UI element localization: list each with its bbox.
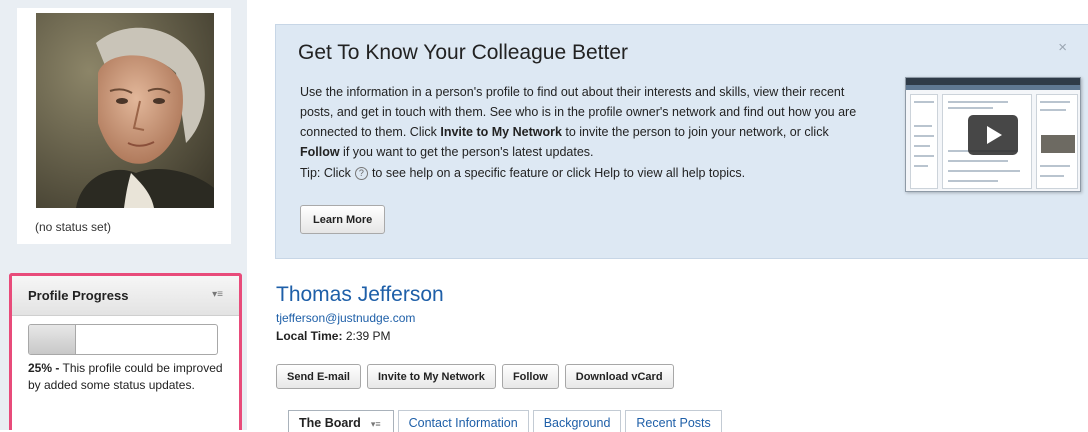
progress-message: 25% - This profile could be improved by … — [28, 360, 228, 393]
tip-suffix: to see help on a specific feature or cli… — [371, 166, 746, 180]
progress-percent: 25% - — [28, 361, 60, 375]
banner-text-3: if you want to get the person's latest u… — [339, 145, 594, 159]
thumb-sidebar — [910, 94, 938, 189]
banner-text-bold-follow: Follow — [300, 145, 340, 159]
thumb-topbar — [906, 78, 1080, 85]
tab-contact-information[interactable]: Contact Information — [397, 410, 529, 432]
tip-prefix: Tip: Click — [300, 166, 351, 180]
profile-photo-card: (no status set) — [17, 8, 231, 244]
menu-icon[interactable]: ▾≡ — [212, 289, 223, 300]
progress-bar — [28, 324, 218, 355]
thumb-navbar — [906, 85, 1080, 90]
video-thumbnail[interactable] — [905, 77, 1081, 192]
local-time-value: 2:39 PM — [345, 329, 391, 343]
tab-menu-icon[interactable]: ▾≡ — [371, 419, 381, 429]
profile-actions: Send E-mail Invite to My Network Follow … — [276, 364, 674, 389]
banner-title: Get To Know Your Colleague Better — [298, 41, 629, 64]
profile-tabs: The Board ▾≡ Contact Information Backgrou… — [288, 410, 722, 432]
local-time-label: Local Time: — [276, 329, 343, 343]
progress-bar-fill — [29, 325, 76, 354]
widget-title: Profile Progress — [28, 288, 129, 303]
banner-text-bold-invite: Invite to My Network — [440, 125, 562, 139]
tab-background[interactable]: Background — [532, 410, 622, 432]
send-email-button[interactable]: Send E-mail — [276, 364, 361, 389]
profile-progress-widget: Profile Progress ▾≡ 25% - This profile c… — [9, 273, 242, 430]
tab-the-board[interactable]: The Board ▾≡ — [288, 410, 394, 432]
invite-to-network-button[interactable]: Invite to My Network — [366, 364, 496, 389]
tab-recent-posts[interactable]: Recent Posts — [625, 410, 722, 432]
learn-more-button[interactable]: Learn More — [300, 205, 386, 234]
download-vcard-button[interactable]: Download vCard — [564, 364, 674, 389]
profile-status: (no status set) — [35, 220, 112, 234]
intro-banner: × Get To Know Your Colleague Better Use … — [275, 24, 1088, 259]
left-sidebar: (no status set) Profile Progress ▾≡ 25% … — [0, 0, 247, 430]
close-icon[interactable]: × — [1058, 39, 1067, 56]
banner-text-2: to invite the person to join your networ… — [561, 125, 829, 139]
play-icon[interactable] — [968, 115, 1018, 155]
profile-name: Thomas Jefferson — [276, 283, 444, 306]
profile-email-link[interactable]: tjefferson@justnudge.com — [276, 311, 415, 325]
local-time: Local Time: 2:39 PM — [276, 329, 391, 343]
banner-tip: Tip: Click? to see help on a specific fea… — [300, 166, 746, 181]
widget-header: Profile Progress ▾≡ — [12, 276, 239, 316]
follow-button[interactable]: Follow — [501, 364, 559, 389]
profile-photo[interactable] — [36, 13, 214, 208]
help-icon[interactable]: ? — [354, 167, 368, 181]
thumb-right — [1036, 94, 1078, 189]
banner-description: Use the information in a person's profil… — [300, 82, 860, 162]
tab-label: The Board — [299, 416, 361, 430]
